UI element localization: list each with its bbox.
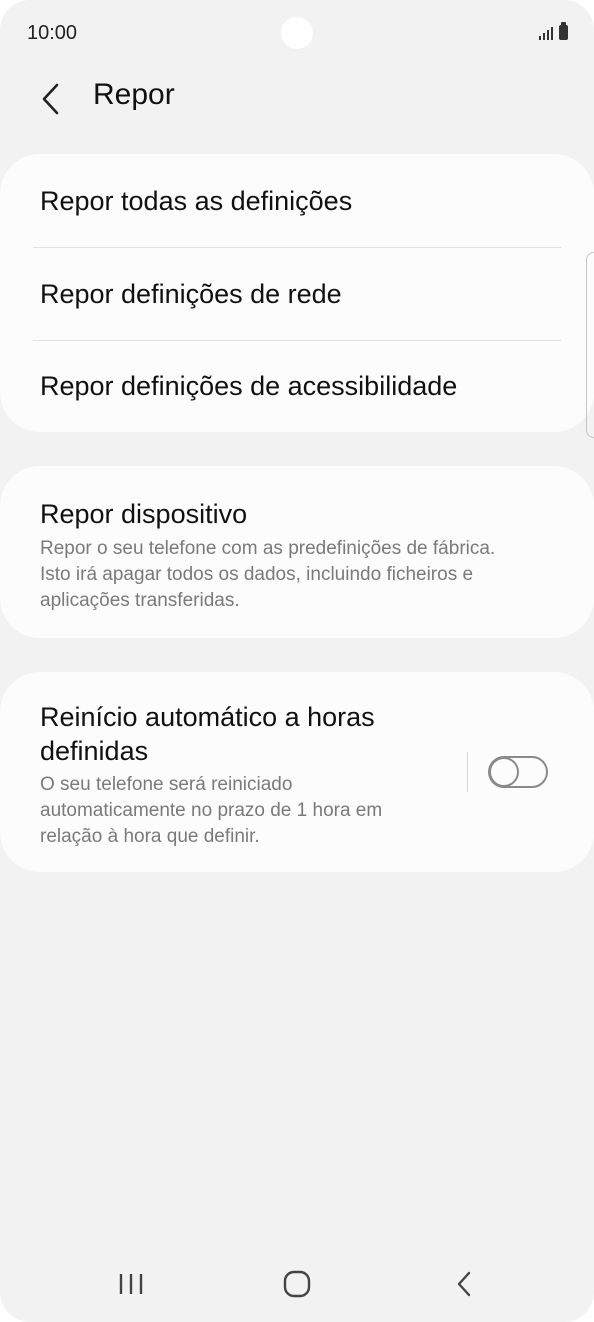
title-line: Reinício automático a horas [40,702,375,732]
navigation-bar [0,1244,594,1322]
title-line: definidas [40,736,149,766]
factory-reset-description: Repor o seu telefone com as predefiniçõe… [40,536,495,614]
description-line: Repor o seu telefone com as predefiniçõe… [40,538,496,559]
description-line: aplicações transferidas. [40,590,240,611]
auto-restart-title: Reinício automático a horas definidas [40,700,375,768]
factory-reset-title: Repor dispositivo [40,499,248,529]
auto-restart-card[interactable]: Reinício automático a horas definidas O … [0,672,594,872]
reset-network-settings-item[interactable]: Repor definições de rede [40,279,342,310]
status-icons [539,22,568,40]
scrollbar[interactable] [586,252,594,438]
factory-reset-card[interactable]: Repor dispositivo Repor o seu telefone c… [0,466,594,638]
auto-restart-description: O seu telefone será reiniciado automatic… [40,772,382,850]
recent-apps-icon [119,1274,143,1294]
screen: 10:00 Repor Repor todas as definições Re… [0,0,594,1322]
description-line: O seu telefone será reiniciado [40,774,293,795]
battery-icon [559,22,568,40]
recent-apps-button[interactable] [101,1262,161,1306]
home-icon [283,1270,311,1298]
toggle-knob [489,757,519,787]
reset-accessibility-settings-item[interactable]: Repor definições de acessibilidade [40,371,457,402]
back-nav-button[interactable] [434,1262,494,1306]
back-icon [457,1271,471,1297]
status-bar: 10:00 [0,0,594,68]
app-bar: Repor [0,68,594,128]
description-line: relação à hora que definir. [40,826,260,847]
reset-options-card: Repor todas as definições Repor definiçõ… [0,154,594,432]
home-button[interactable] [267,1262,327,1306]
page-title: Repor [93,78,175,111]
description-line: automaticamente no prazo de 1 hora em [40,800,383,821]
divider [33,247,561,248]
divider [33,340,561,341]
camera-cutout [281,17,313,49]
signal-icon [539,24,553,40]
toggle-divider [467,752,468,792]
back-button[interactable] [28,76,74,122]
status-time: 10:00 [27,22,78,44]
auto-restart-toggle[interactable] [488,756,548,788]
reset-all-settings-item[interactable]: Repor todas as definições [40,186,352,217]
chevron-left-icon [42,83,59,115]
description-line: Isto irá apagar todos os dados, incluind… [40,564,474,585]
